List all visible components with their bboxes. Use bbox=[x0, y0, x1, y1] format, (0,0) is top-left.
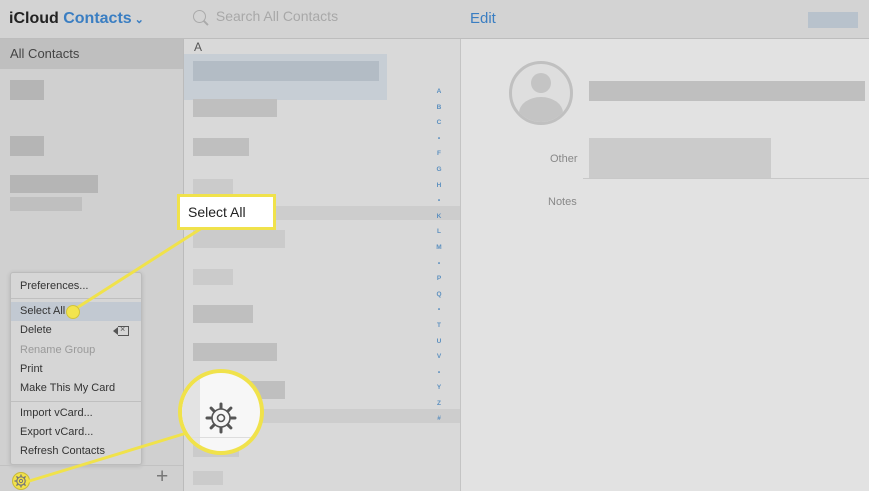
callout-marker-dot bbox=[66, 305, 80, 319]
callout-label: Select All bbox=[177, 194, 276, 230]
callout-label-text: Select All bbox=[188, 204, 246, 220]
magnified-gear-callout bbox=[178, 369, 264, 455]
gear-icon bbox=[205, 402, 237, 434]
icloud-contacts-window: iCloud Contacts ⌄ Search All Contacts Edi… bbox=[0, 0, 869, 491]
callout-lines bbox=[25, 224, 206, 484]
